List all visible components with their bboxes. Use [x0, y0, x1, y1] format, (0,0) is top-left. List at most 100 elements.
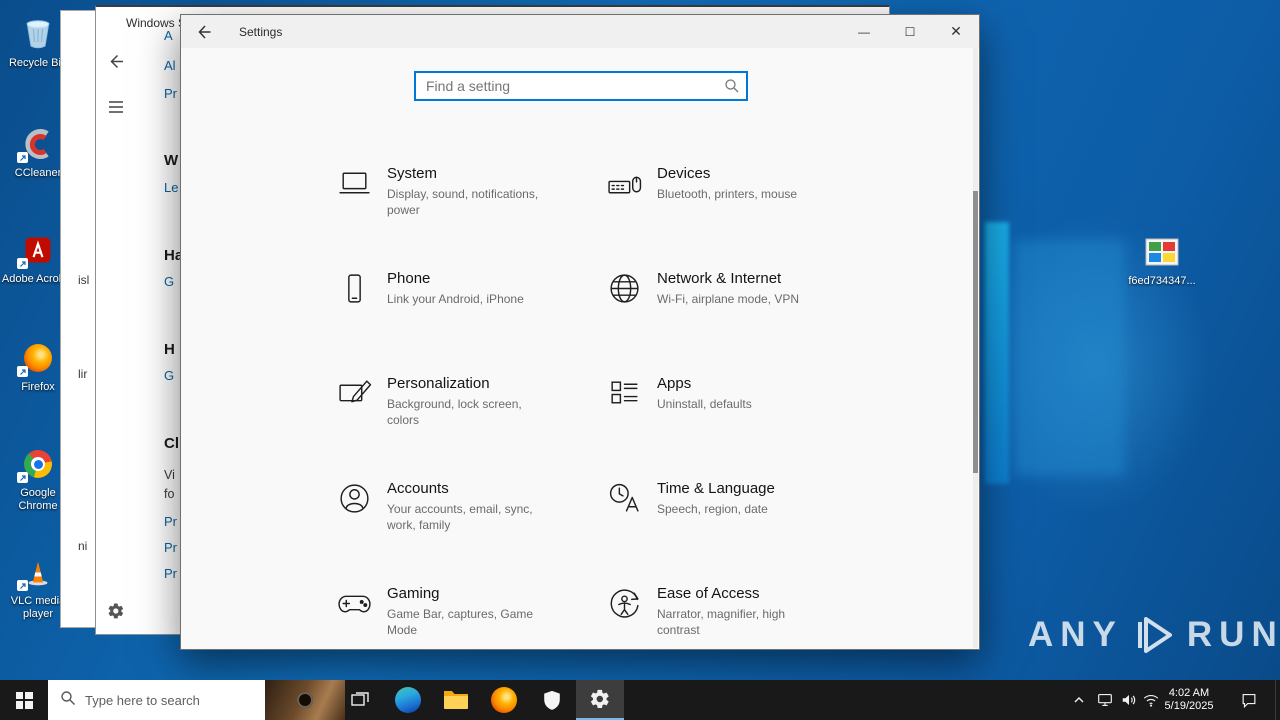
category-desc: Background, lock screen, colors [387, 397, 522, 427]
system-icon [339, 172, 370, 194]
scrollbar-track[interactable] [973, 48, 978, 648]
category-name: System [387, 165, 438, 182]
shortcut-arrow-icon [17, 472, 28, 483]
category-name: Devices [657, 165, 711, 182]
settings-category-time-language[interactable]: Time & Language Speech, region, date [606, 475, 858, 517]
settings-category-apps[interactable]: Apps Uninstall, defaults [606, 370, 858, 412]
scrollbar-thumb[interactable] [973, 191, 978, 473]
category-name: Accounts [387, 480, 449, 497]
taskbar: 4:02 AM 5/19/2025 [0, 680, 1280, 720]
action-center-button[interactable] [1232, 680, 1266, 720]
category-name: Network & Internet [657, 270, 782, 287]
security-heading-fragment: Cl [164, 435, 179, 452]
category-desc: Uninstall, defaults [657, 397, 752, 411]
time-language-icon [609, 483, 639, 512]
security-menu-button[interactable] [102, 93, 130, 121]
clock-date: 5/19/2025 [1164, 700, 1214, 712]
category-desc: Your accounts, email, sync, work, family [387, 502, 533, 532]
security-link-fragment[interactable]: G [164, 274, 174, 289]
shortcut-arrow-icon [17, 580, 28, 591]
security-text-fragment: Vi [164, 468, 175, 482]
chevron-up-icon [1074, 697, 1084, 703]
gear-icon [108, 603, 124, 619]
back-arrow-icon [198, 24, 211, 39]
security-settings-button[interactable] [102, 597, 130, 625]
category-name: Personalization [387, 375, 490, 392]
show-desktop-button[interactable] [1275, 680, 1280, 720]
gaming-icon [338, 595, 371, 613]
search-highlight-image[interactable] [265, 680, 345, 720]
security-back-button[interactable] [102, 47, 130, 75]
accounts-icon [340, 484, 369, 513]
category-name: Phone [387, 270, 431, 287]
shortcut-arrow-icon [17, 366, 28, 377]
settings-back-button[interactable] [181, 15, 227, 48]
tray-volume-button[interactable] [1118, 680, 1140, 720]
devices-icon [608, 176, 642, 194]
firefox-icon [24, 344, 52, 372]
category-desc: Display, sound, notifications, power [387, 187, 539, 217]
security-link-fragment[interactable]: Le [164, 180, 178, 195]
watermark-text-any: ANY [1028, 615, 1123, 654]
taskbar-search-input[interactable] [85, 692, 230, 708]
anyrun-watermark: ANY RUN [1028, 612, 1280, 658]
tray-display-button[interactable] [1094, 680, 1116, 720]
background-text-fragment: ni [78, 539, 88, 553]
task-view-button[interactable] [336, 680, 384, 720]
background-window-strip: isl lir ni [60, 10, 97, 628]
recycle-bin-icon [26, 20, 50, 49]
category-desc: Wi-Fi, airplane mode, VPN [657, 292, 800, 306]
apps-icon [611, 381, 638, 404]
taskbar-windows-security-button[interactable] [528, 680, 576, 720]
security-heading-fragment: W [164, 152, 179, 169]
taskbar-firefox-button[interactable] [480, 680, 528, 720]
security-heading-fragment: H [164, 341, 175, 358]
taskbar-settings-button[interactable] [576, 680, 624, 720]
settings-category-phone[interactable]: Phone Link your Android, iPhone [336, 265, 588, 307]
security-text-fragment: fo [164, 487, 175, 501]
file-explorer-icon [444, 691, 468, 709]
settings-category-personalization[interactable]: Personalization Background, lock screen,… [336, 370, 588, 428]
security-link-fragment[interactable]: G [164, 368, 174, 383]
category-desc: Link your Android, iPhone [387, 292, 524, 306]
settings-search-input[interactable] [414, 71, 748, 101]
watermark-text-run: RUN [1186, 615, 1280, 654]
speaker-icon [1122, 695, 1136, 705]
security-link-fragment[interactable]: Pr [164, 514, 177, 529]
action-center-icon [1242, 694, 1256, 709]
taskbar-file-explorer-button[interactable] [432, 680, 480, 720]
tray-expand-button[interactable] [1068, 680, 1090, 720]
taskbar-edge-button[interactable] [384, 680, 432, 720]
anyrun-logo-icon [1137, 617, 1172, 653]
settings-category-system[interactable]: System Display, sound, notifications, po… [336, 160, 588, 218]
globe-icon [610, 274, 639, 303]
gear-icon [590, 689, 609, 709]
settings-category-gaming[interactable]: Gaming Game Bar, captures, Game Mode [336, 580, 588, 638]
security-link-fragment[interactable]: Al [164, 58, 176, 73]
security-link-fragment[interactable]: A [164, 28, 173, 43]
search-icon [724, 78, 740, 99]
security-link-fragment[interactable]: Pr [164, 540, 177, 555]
minimize-button[interactable]: — [841, 15, 887, 48]
security-link-fragment[interactable]: Pr [164, 86, 177, 101]
settings-category-network[interactable]: Network & Internet Wi-Fi, airplane mode,… [606, 265, 858, 307]
windows-logo-icon [15, 691, 33, 709]
settings-category-devices[interactable]: Devices Bluetooth, printers, mouse [606, 160, 858, 202]
shield-icon [544, 690, 560, 710]
clock-time: 4:02 AM [1168, 687, 1210, 699]
taskbar-clock[interactable]: 4:02 AM 5/19/2025 [1156, 680, 1222, 720]
maximize-button[interactable]: ☐ [887, 15, 933, 48]
taskbar-search-box[interactable] [48, 680, 345, 720]
phone-icon [348, 274, 361, 303]
settings-titlebar[interactable]: Settings — ☐ ✕ [181, 15, 979, 48]
shortcut-arrow-icon [17, 258, 28, 269]
settings-window: Settings — ☐ ✕ System Displa [180, 14, 980, 650]
ease-of-access-icon [610, 589, 639, 618]
close-button[interactable]: ✕ [933, 15, 979, 48]
desktop-icon-file-f6ed[interactable]: f6ed734347... [1124, 232, 1200, 288]
security-link-fragment[interactable]: Pr [164, 566, 177, 581]
settings-category-ease-of-access[interactable]: Ease of Access Narrator, magnifier, high… [606, 580, 858, 638]
chrome-icon [24, 450, 52, 478]
settings-category-accounts[interactable]: Accounts Your accounts, email, sync, wor… [336, 475, 588, 533]
start-button[interactable] [0, 680, 48, 720]
